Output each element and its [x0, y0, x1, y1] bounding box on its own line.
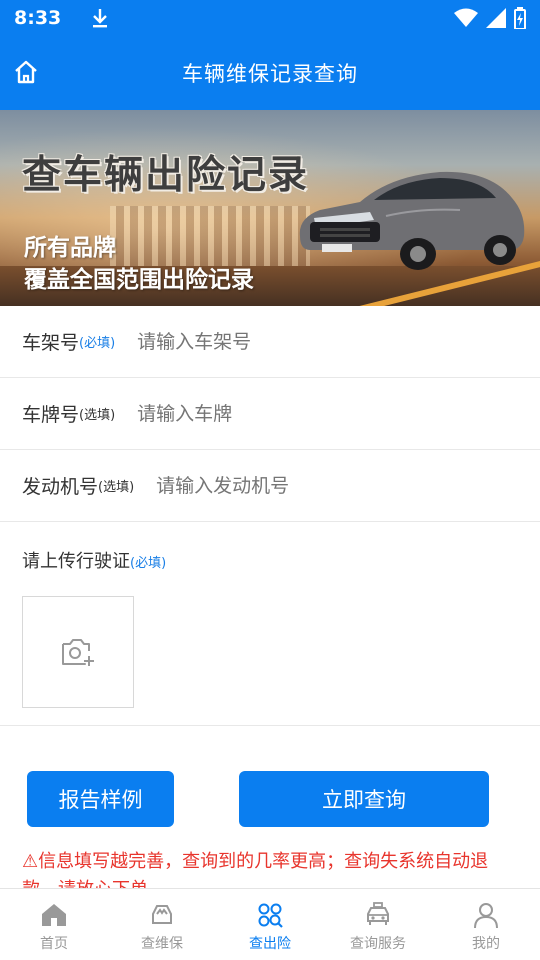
vin-label: 车架号 — [22, 332, 80, 354]
signal-icon — [486, 8, 506, 28]
license-label: 请上传行驶证 — [22, 551, 130, 572]
engine-row: 发动机号 (选填) — [0, 450, 540, 522]
license-upload-button[interactable] — [22, 596, 134, 708]
page-title: 车辆维保记录查询 — [182, 62, 358, 86]
user-icon — [474, 903, 498, 929]
tab-home[interactable]: 首页 — [0, 889, 108, 960]
tab-query-service-label: 查询服务 — [350, 936, 406, 952]
status-icons — [454, 7, 526, 29]
search-grid-icon — [258, 903, 283, 928]
status-bar: 8:33 — [0, 0, 540, 36]
battery-icon — [514, 7, 526, 29]
plate-input[interactable] — [137, 402, 438, 425]
bottom-tab-bar: 首页 查维保 查出险 查询服务 我的 — [0, 888, 540, 960]
vin-required-hint: (必填) — [79, 336, 116, 351]
tab-maintenance-label: 查维保 — [141, 936, 183, 952]
car-image — [299, 171, 525, 270]
status-time: 8:33 — [14, 7, 62, 29]
promo-banner: 查车辆出险记录 所有品牌 覆盖全国范围出险记录 — [0, 110, 540, 306]
license-upload-label: 请上传行驶证(必填) — [22, 547, 166, 573]
wifi-icon — [454, 8, 478, 27]
home-icon — [15, 60, 37, 84]
car-wrench-icon — [152, 905, 172, 924]
tab-claims[interactable]: 查出险 — [216, 889, 324, 960]
banner-subtitle-1: 所有品牌 — [24, 235, 116, 261]
home-button[interactable] — [12, 58, 40, 86]
app-header: 车辆维保记录查询 — [0, 36, 540, 110]
add-photo-icon — [62, 639, 94, 666]
query-now-button[interactable]: 立即查询 — [239, 771, 489, 827]
engine-optional-hint: (选填) — [98, 480, 135, 495]
tab-claims-label: 查出险 — [249, 936, 291, 952]
plate-row: 车牌号 (选填) — [0, 378, 540, 450]
notice-text: ⚠信息填写越完善，查询到的几率更高；查询失系统自动退款，请放心下单。 — [22, 851, 489, 888]
tab-query-service[interactable]: 查询服务 — [324, 889, 432, 960]
taxi-icon — [367, 902, 389, 925]
license-required-hint: (必填) — [130, 556, 167, 571]
report-sample-button[interactable]: 报告样例 — [27, 771, 174, 827]
query-form: 车架号 (必填) 车牌号 (选填) 发动机号 (选填) 请上传行驶证(必填) — [0, 306, 540, 726]
tab-profile-label: 我的 — [472, 936, 500, 952]
tab-profile[interactable]: 我的 — [432, 889, 540, 960]
plate-label: 车牌号 — [22, 404, 80, 426]
banner-subtitle-2: 覆盖全国范围出险记录 — [24, 267, 254, 293]
banner-headline: 查车辆出险记录 — [22, 153, 310, 198]
vin-input[interactable] — [137, 330, 438, 353]
license-upload-section: 请上传行驶证(必填) — [0, 522, 540, 726]
engine-label: 发动机号 — [22, 476, 99, 498]
tab-maintenance[interactable]: 查维保 — [108, 889, 216, 960]
app-screen: 8:33 车辆维保记录查询 查车辆出险记录 所有品牌 覆盖全国范围出险记录 车架… — [0, 0, 540, 960]
city-skyline-graphic — [110, 206, 310, 266]
tab-home-label: 首页 — [40, 936, 68, 952]
download-icon — [91, 7, 109, 29]
vin-row: 车架号 (必填) — [0, 306, 540, 378]
plate-optional-hint: (选填) — [79, 408, 116, 423]
home-icon — [42, 904, 66, 926]
engine-input[interactable] — [156, 474, 457, 497]
